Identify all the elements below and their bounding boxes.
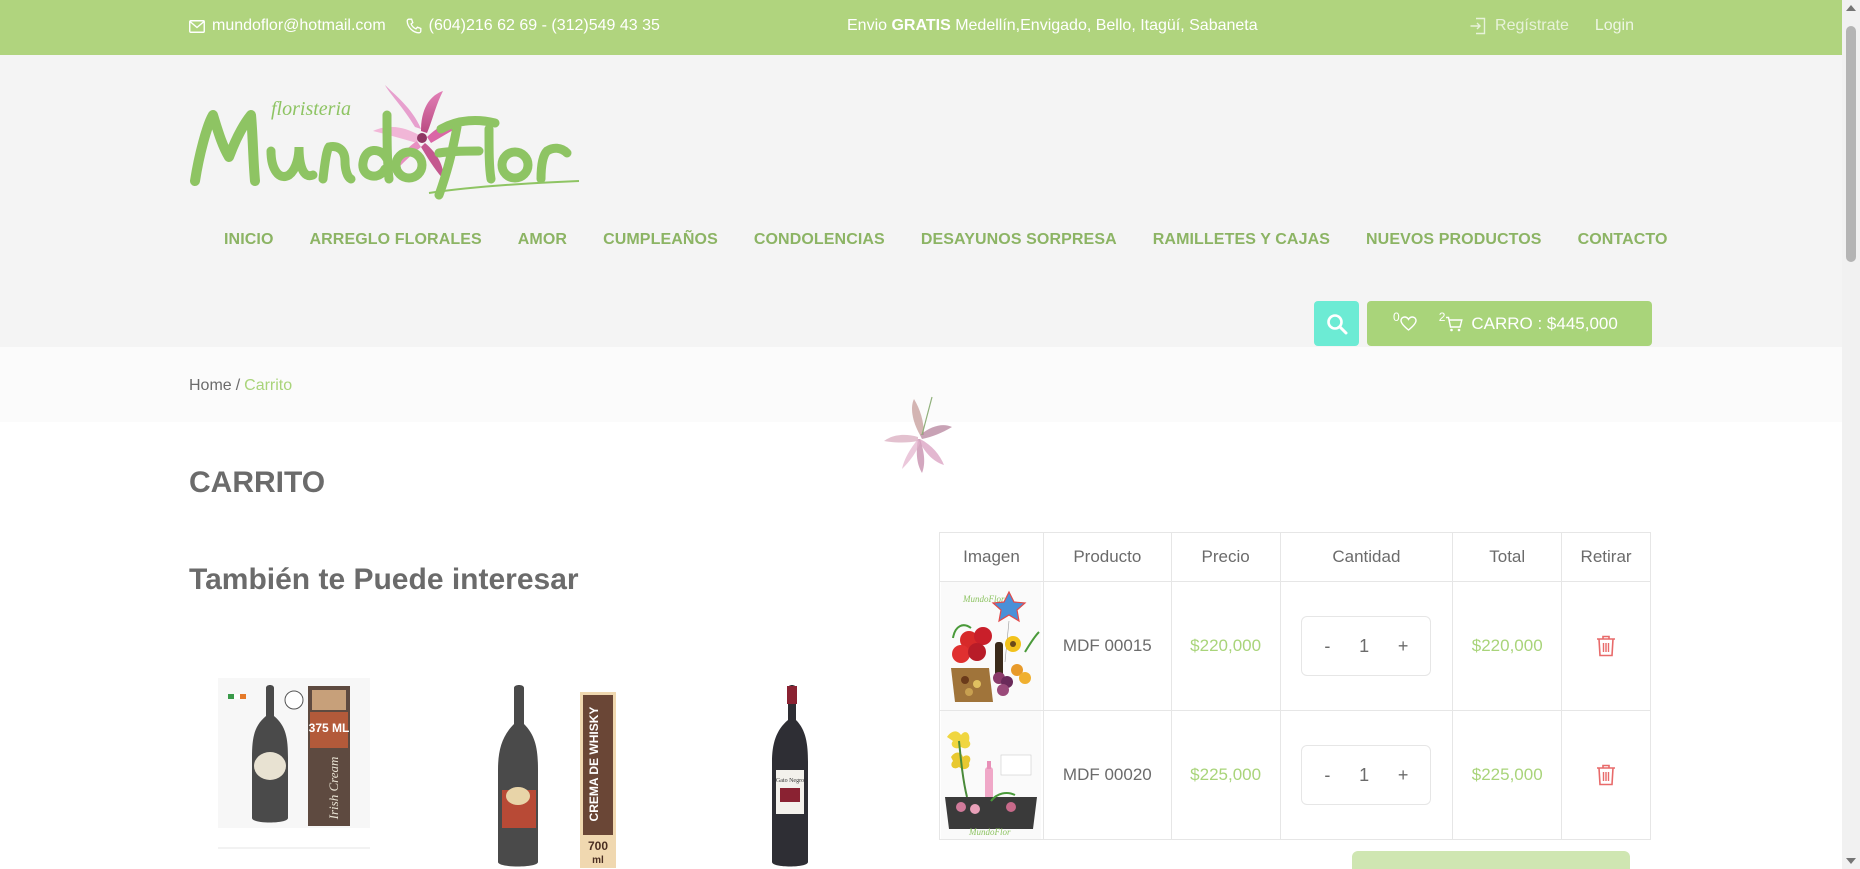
cart-table: Imagen Producto Precio Cantidad Total Re… [939, 532, 1651, 840]
phone-icon [406, 18, 422, 34]
cart-total-label: CARRO : $445,000 [1471, 313, 1618, 333]
search-icon [1326, 313, 1347, 334]
breadcrumb-trail: Home / Carrito [189, 377, 292, 395]
related-product-1[interactable]: 375 ML Irish Cream [214, 678, 374, 849]
related-products-title: También te Puede interesar [189, 563, 579, 596]
product-2-label: CREMA DE WHISKY [587, 707, 601, 822]
email-link[interactable]: mundoflor@hotmail.com [189, 17, 386, 35]
shipping-bold: GRATIS [891, 17, 951, 34]
quantity-value[interactable]: 1 [1359, 765, 1369, 786]
nav-amor[interactable]: AMOR [518, 231, 567, 249]
search-button[interactable] [1314, 301, 1359, 346]
nav-contacto[interactable]: CONTACTO [1578, 231, 1668, 249]
svg-text:MundoFlor: MundoFlor [968, 827, 1011, 837]
wishlist-count: 0 [1393, 310, 1400, 324]
contact-info: mundoflor@hotmail.com (604)216 62 69 - (… [189, 17, 680, 35]
nav-nuevos-productos[interactable]: NUEVOS PRODUCTOS [1366, 231, 1542, 249]
quantity-value[interactable]: 1 [1359, 636, 1369, 657]
quantity-stepper: - 1 + [1301, 616, 1432, 676]
cart-button[interactable]: 0 2 CARRO : $445,000 [1367, 301, 1652, 346]
email-text: mundoflor@hotmail.com [212, 17, 386, 34]
quantity-cell: - 1 + [1279, 581, 1454, 711]
row-total: $220,000 [1452, 581, 1563, 711]
remove-cell [1561, 581, 1651, 711]
checkout-button[interactable] [1352, 851, 1630, 869]
product-image-cell: MundoFlor [939, 710, 1044, 840]
mundo-flor-logo[interactable]: floristeria [189, 85, 581, 200]
shipping-prefix: Envio [847, 17, 888, 34]
shopping-cart-icon [1446, 316, 1464, 331]
cart-count-group: 2 [1439, 310, 1464, 332]
phone-link[interactable]: (604)216 62 69 - (312)549 43 35 [406, 17, 660, 35]
page-scrollbar[interactable] [1842, 0, 1860, 869]
product-price: $220,000 [1170, 581, 1281, 711]
related-product-3[interactable]: Gato Negro [716, 684, 876, 869]
product-name[interactable]: MDF 00020 [1042, 710, 1172, 840]
product-price: $225,000 [1170, 710, 1281, 840]
remove-cell [1561, 710, 1651, 840]
svg-text:Gato Negro: Gato Negro [776, 778, 804, 784]
table-row: MundoFlor MDF 00015 $220,000 - 1 + $220,… [939, 581, 1651, 711]
main-nav: INICIO ARREGLO FLORALES AMOR CUMPLEAÑOS … [224, 231, 1704, 249]
top-bar: mundoflor@hotmail.com (604)216 62 69 - (… [0, 0, 1842, 55]
breadcrumb-home[interactable]: Home [189, 377, 232, 394]
nav-arreglo-florales[interactable]: ARREGLO FLORALES [310, 231, 482, 249]
flower-decoration [884, 396, 952, 473]
scroll-down-arrow[interactable] [1846, 858, 1856, 864]
related-product-2[interactable]: CREMA DE WHISKY 700 ml [478, 684, 638, 869]
header-producto: Producto [1042, 532, 1172, 582]
auth-links: Regístrate Login [1469, 17, 1634, 35]
wishlist-link[interactable]: 0 [1393, 310, 1417, 331]
header-imagen: Imagen [939, 532, 1044, 582]
page-title: CARRITO [189, 466, 326, 499]
header-total: Total [1452, 532, 1563, 582]
quantity-cell: - 1 + [1279, 710, 1454, 840]
mail-icon [189, 19, 205, 33]
sign-in-icon [1470, 17, 1486, 35]
header-retirar: Retirar [1561, 532, 1651, 582]
breadcrumb-separator: / [235, 377, 241, 394]
cart-table-header: Imagen Producto Precio Cantidad Total Re… [939, 532, 1651, 582]
svg-text:Irish Cream: Irish Cream [326, 757, 341, 821]
quantity-decrease-button[interactable]: - [1324, 636, 1330, 657]
quantity-increase-button[interactable]: + [1398, 636, 1409, 657]
scrollbar-thumb[interactable] [1846, 26, 1856, 262]
cart-count: 2 [1438, 309, 1446, 324]
login-link[interactable]: Login [1595, 17, 1634, 35]
product-2-unit: ml [592, 855, 604, 866]
row-total: $225,000 [1452, 710, 1563, 840]
register-text: Regístrate [1495, 17, 1569, 34]
free-shipping-notice: Envio GRATIS Medellín,Envigado, Bello, I… [847, 17, 1258, 35]
product-image-mdf00020[interactable]: MundoFlor [941, 711, 1042, 839]
nav-ramilletes-y-cajas[interactable]: RAMILLETES Y CAJAS [1153, 231, 1330, 249]
register-link[interactable]: Regístrate [1469, 17, 1569, 35]
trash-icon[interactable] [1596, 764, 1616, 786]
product-image-mdf00015[interactable]: MundoFlor [941, 582, 1042, 710]
nav-inicio[interactable]: INICIO [224, 231, 274, 249]
breadcrumb-current: Carrito [244, 377, 293, 394]
product-1-badge: 375 ML [309, 721, 350, 735]
product-image-cell: MundoFlor [939, 581, 1044, 711]
quantity-decrease-button[interactable]: - [1324, 765, 1330, 786]
site-header: floristeria INICIO ARREGLO FLORALES AMOR… [0, 55, 1842, 347]
trash-icon[interactable] [1596, 635, 1616, 657]
nav-cumpleanos[interactable]: CUMPLEAÑOS [603, 231, 718, 249]
header-cantidad: Cantidad [1279, 532, 1454, 582]
table-row: MundoFlor MDF 00020 $225,000 - 1 + $225,… [939, 710, 1651, 840]
heart-icon [1399, 316, 1417, 331]
phone-text: (604)216 62 69 - (312)549 43 35 [428, 17, 660, 34]
scroll-up-arrow[interactable] [1846, 5, 1856, 11]
nav-desayunos-sorpresa[interactable]: DESAYUNOS SORPRESA [921, 231, 1117, 249]
product-name[interactable]: MDF 00015 [1042, 581, 1172, 711]
nav-condolencias[interactable]: CONDOLENCIAS [754, 231, 885, 249]
quantity-increase-button[interactable]: + [1398, 765, 1409, 786]
quantity-stepper: - 1 + [1301, 745, 1432, 805]
header-precio: Precio [1170, 532, 1281, 582]
product-2-volume: 700 [588, 839, 608, 853]
shipping-cities: Medellín,Envigado, Bello, Itagüí, Sabane… [955, 17, 1258, 34]
svg-text:floristeria: floristeria [271, 98, 351, 120]
